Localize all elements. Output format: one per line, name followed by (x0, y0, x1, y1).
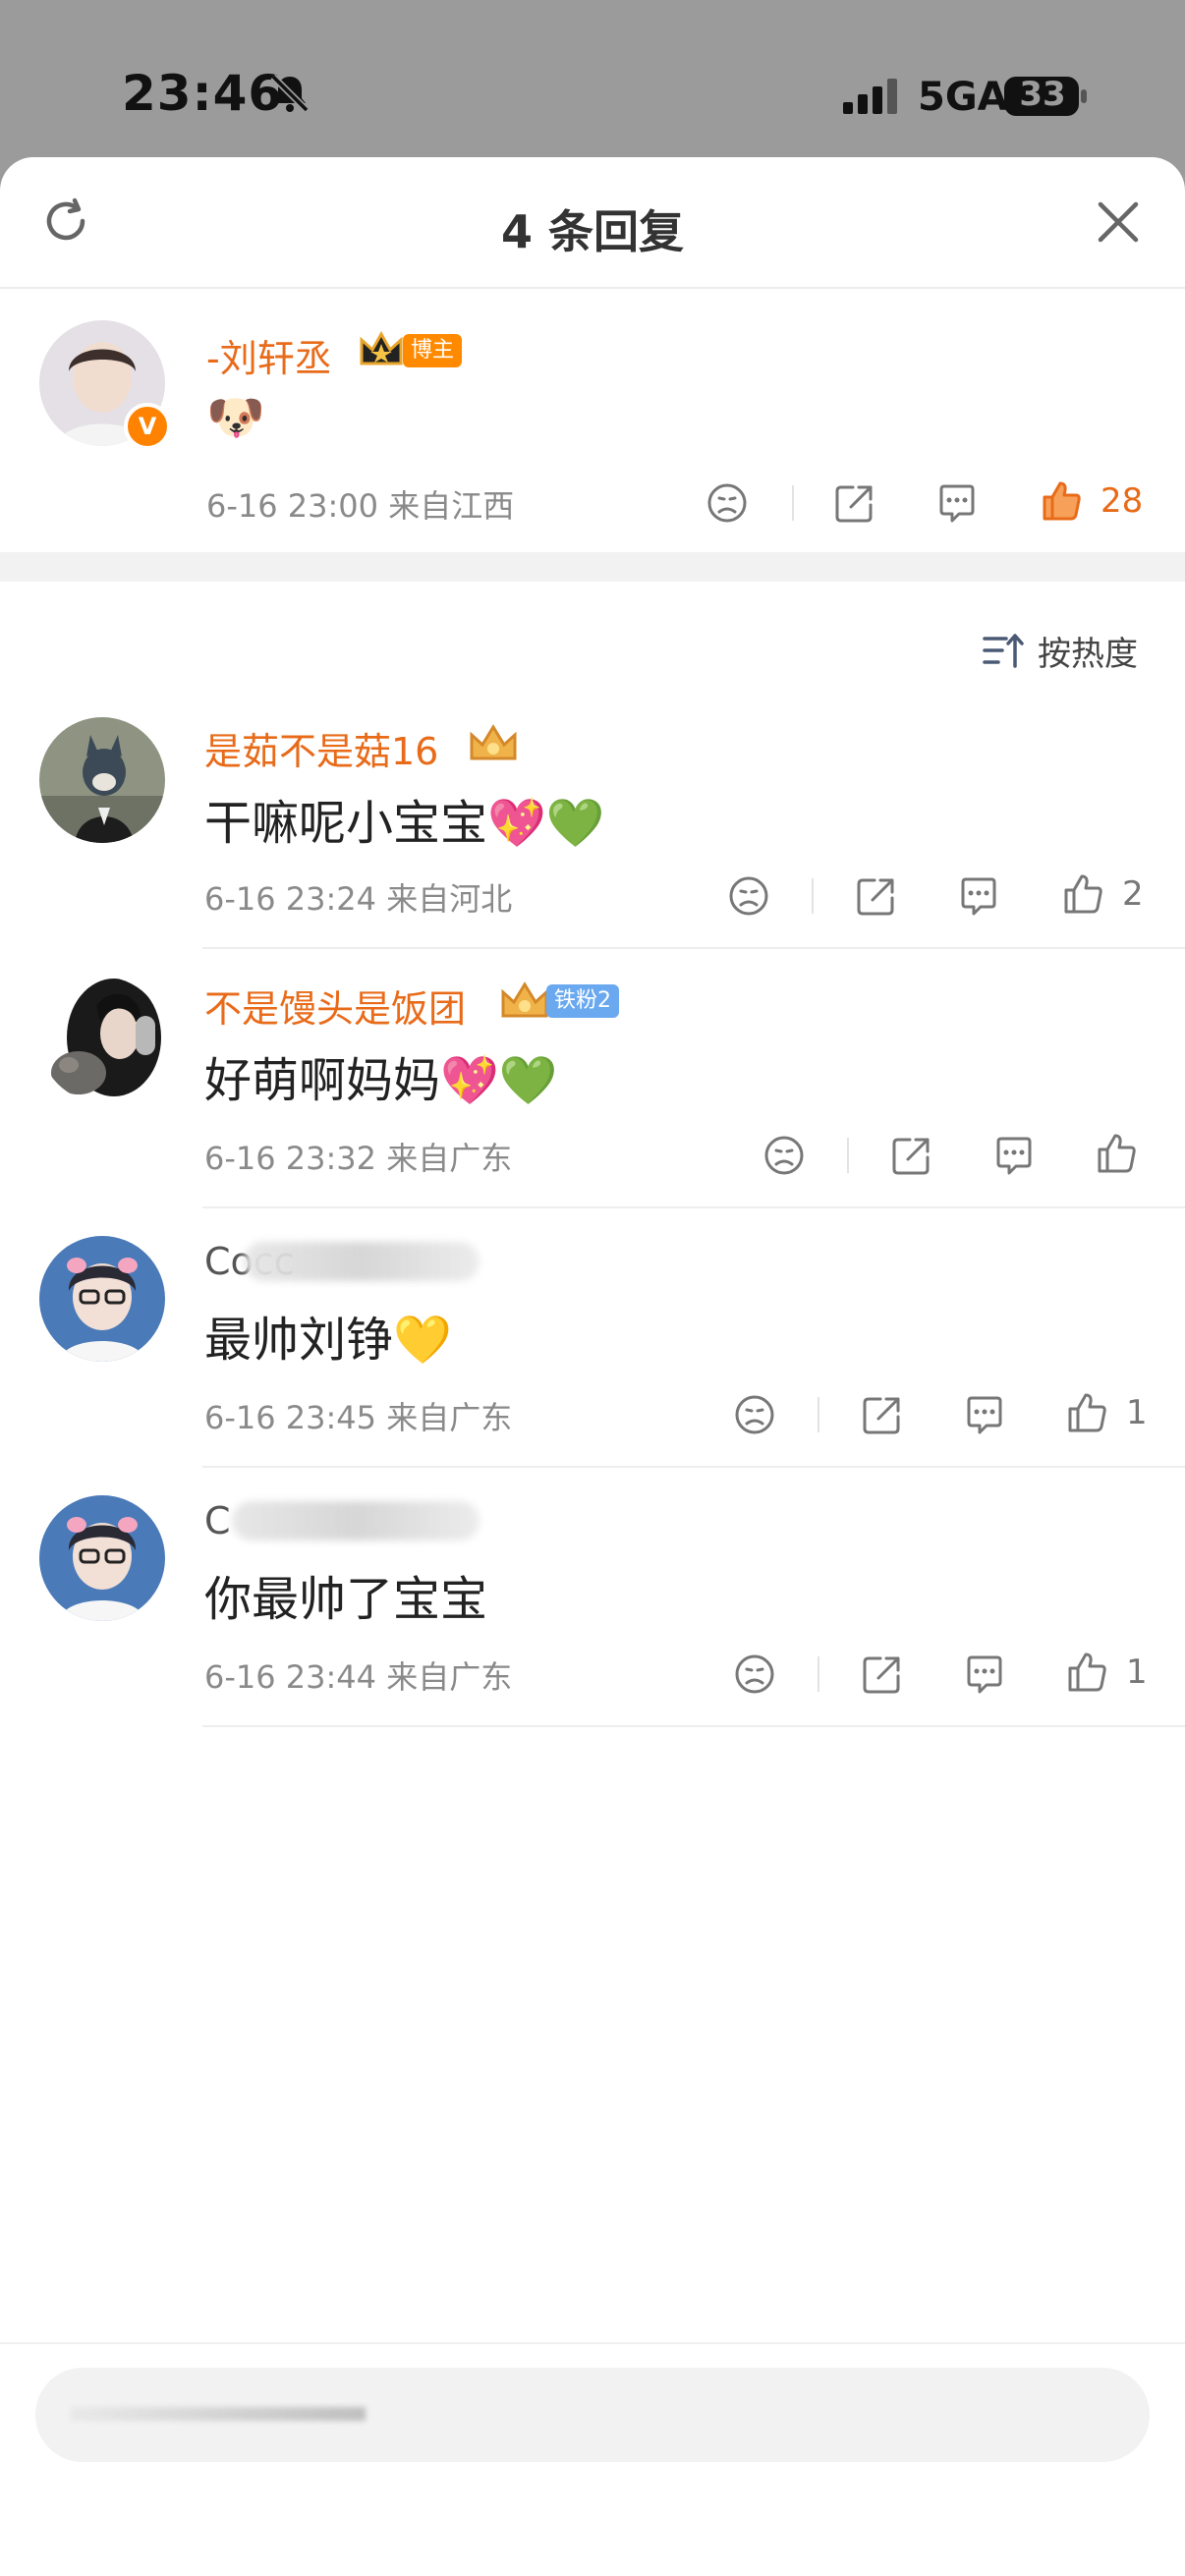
username-blur-mask (244, 1242, 480, 1281)
sort-label: 按热度 (1038, 635, 1138, 674)
reply-content: 干嘛呢小宝宝💖💚 (204, 796, 605, 851)
action-divider (812, 878, 814, 914)
reply-content: 好萌啊妈妈💖💚 (204, 1053, 558, 1108)
author-name[interactable]: -刘轩丞 (206, 328, 332, 382)
avatar[interactable] (39, 1236, 165, 1362)
reply-input[interactable] (35, 2368, 1150, 2462)
comment-meta: 6-16 23:00 来自江西 (206, 487, 515, 525)
like-icon[interactable] (1061, 872, 1104, 916)
avatar[interactable] (39, 977, 165, 1102)
bell-muted-icon (270, 74, 310, 113)
close-icon[interactable] (1095, 198, 1142, 246)
crown-icon (360, 330, 403, 365)
like-count: 1 (1126, 1652, 1148, 1692)
action-divider (847, 1138, 849, 1173)
verified-badge: V (124, 403, 171, 450)
share-icon[interactable] (833, 481, 876, 525)
dislike-icon[interactable] (733, 1652, 776, 1696)
reply-username[interactable]: 不是馒头是饭团 (204, 979, 466, 1033)
dislike-icon[interactable] (762, 1134, 806, 1177)
action-divider (818, 1656, 819, 1692)
author-badge: 博主 (403, 334, 463, 367)
row-divider (202, 947, 1185, 949)
reply-username[interactable]: C (204, 1499, 231, 1542)
row-divider (202, 1466, 1185, 1468)
comment-icon[interactable] (935, 481, 979, 525)
like-icon[interactable] (1065, 1391, 1108, 1434)
avatar[interactable] (39, 1495, 165, 1621)
crown-icon (501, 981, 548, 1018)
avatar[interactable] (39, 717, 165, 843)
share-icon[interactable] (855, 874, 898, 918)
reply-username[interactable]: 是茹不是菇16 (204, 721, 438, 775)
network-type: 5GA (918, 75, 1008, 120)
action-divider (818, 1397, 819, 1432)
reply-content: 你最帅了宝宝 (204, 1572, 488, 1627)
reply-meta: 6-16 23:24 来自河北 (204, 880, 513, 918)
like-count: 28 (1100, 481, 1144, 521)
comment-content: 🐶 (206, 390, 265, 445)
reply-meta: 6-16 23:45 来自广东 (204, 1399, 513, 1436)
row-divider (202, 1206, 1185, 1208)
comment-icon[interactable] (957, 874, 1000, 918)
like-icon[interactable] (1040, 479, 1083, 523)
dislike-icon[interactable] (727, 874, 770, 918)
username-blur-mask (232, 1501, 480, 1540)
comment-icon[interactable] (963, 1652, 1006, 1696)
like-count: 1 (1126, 1393, 1148, 1432)
status-time: 23:46 (122, 65, 284, 122)
section-divider (0, 552, 1185, 582)
reply-meta: 6-16 23:32 来自广东 (204, 1140, 513, 1177)
comment-icon[interactable] (963, 1393, 1006, 1436)
fan-badge: 铁粉2 (546, 984, 619, 1018)
share-icon[interactable] (890, 1134, 933, 1177)
input-placeholder-blur (71, 2407, 366, 2421)
like-count: 2 (1122, 874, 1144, 914)
share-icon[interactable] (861, 1652, 904, 1696)
dislike-icon[interactable] (705, 481, 749, 525)
row-divider (202, 1725, 1185, 1727)
like-icon[interactable] (1095, 1132, 1138, 1175)
action-divider (792, 485, 794, 521)
crown-icon (470, 724, 517, 760)
sort-icon (983, 634, 1024, 668)
reply-content: 最帅刘铮💛 (204, 1313, 452, 1368)
sheet-header: 4 条回复 (0, 157, 1185, 289)
status-bar: 23:46 5GA 33 (0, 0, 1185, 157)
signal-icon (843, 79, 897, 114)
dislike-icon[interactable] (733, 1393, 776, 1436)
reply-footer (0, 2342, 1185, 2576)
battery-level: 33 (1019, 75, 1066, 114)
share-icon[interactable] (861, 1393, 904, 1436)
replies-sheet: 4 条回复 V -刘轩丞 博主 🐶 6-16 23:00 来自江西 28 按热度… (0, 157, 1185, 2576)
like-icon[interactable] (1065, 1651, 1108, 1694)
reply-meta: 6-16 23:44 来自广东 (204, 1658, 513, 1696)
sheet-title: 4 条回复 (500, 205, 685, 258)
comment-icon[interactable] (992, 1134, 1036, 1177)
